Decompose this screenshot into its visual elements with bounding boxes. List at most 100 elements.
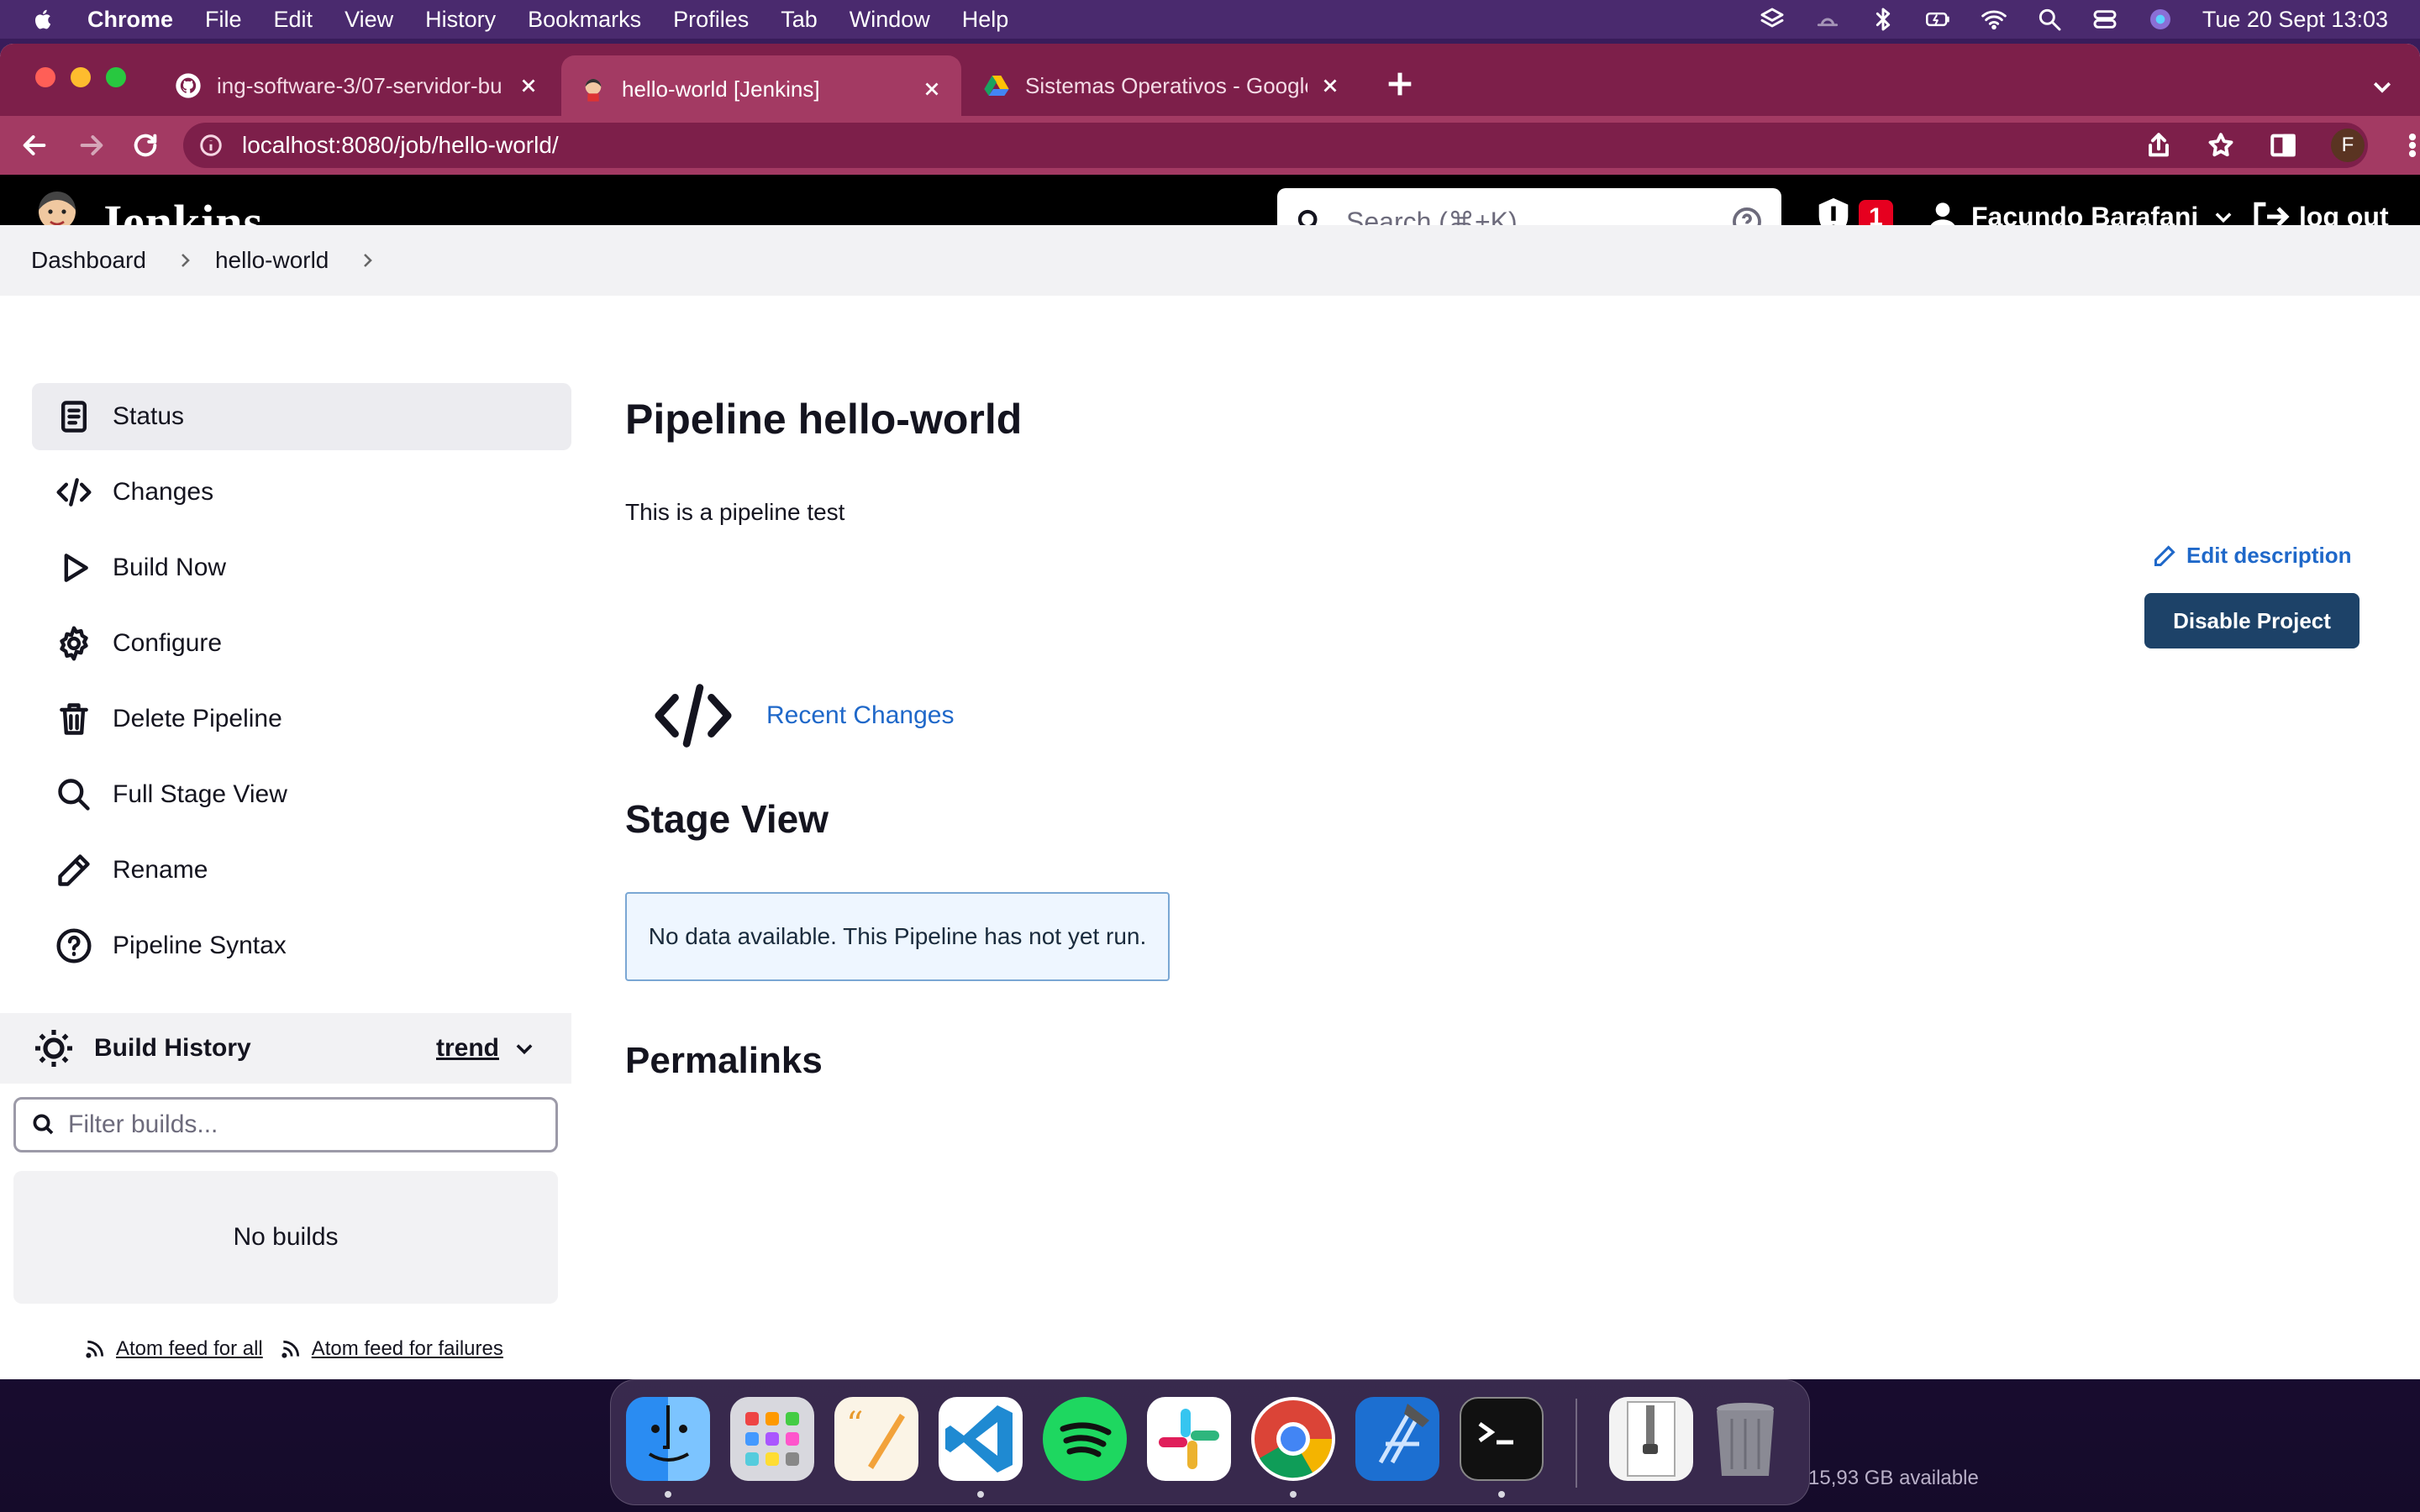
code-icon xyxy=(56,478,92,507)
dock-trash[interactable] xyxy=(1703,1397,1787,1481)
tab-strip: ing-software-3/07-servidor-bu hello-worl… xyxy=(0,44,2420,123)
menu-tab[interactable]: Tab xyxy=(781,7,818,33)
atom-feed-all-label: Atom feed for all xyxy=(116,1337,263,1360)
chrome-icon xyxy=(1255,1400,1333,1478)
url-text[interactable]: localhost:8080/job/hello-world/ xyxy=(242,132,559,159)
dock-spotify[interactable] xyxy=(1043,1397,1127,1481)
sidebar-item-configure[interactable]: Configure xyxy=(32,610,571,677)
running-indicator xyxy=(665,1491,671,1498)
dock-launchpad[interactable] xyxy=(730,1397,814,1481)
tab-google-drive[interactable]: Sistemas Operativos - Google xyxy=(965,55,1360,116)
recent-changes-link[interactable]: Recent Changes xyxy=(766,701,954,730)
layers-icon[interactable] xyxy=(1759,6,1786,33)
zip-file-icon xyxy=(1627,1401,1676,1477)
chevron-right-icon[interactable] xyxy=(175,250,195,270)
edit-description-link[interactable]: Edit description xyxy=(2153,543,2351,569)
more-options-icon[interactable] xyxy=(2398,131,2420,160)
menu-bookmarks[interactable]: Bookmarks xyxy=(528,7,641,33)
tab-title: ing-software-3/07-servidor-bu xyxy=(217,72,502,98)
sidebar-item-label: Changes xyxy=(113,478,214,506)
stage-view-empty-message: No data available. This Pipeline has not… xyxy=(625,892,1170,981)
sidebar-item-pipeline-syntax[interactable]: Pipeline Syntax xyxy=(32,912,571,979)
share-icon[interactable] xyxy=(2144,131,2173,160)
close-tab-icon[interactable] xyxy=(921,78,943,100)
new-tab-icon[interactable] xyxy=(1383,67,1417,101)
sidebar-item-label: Rename xyxy=(113,856,208,884)
close-window-button[interactable] xyxy=(35,67,55,87)
address-bar[interactable]: localhost:8080/job/hello-world/ F xyxy=(183,123,2417,168)
breadcrumb-hello-world[interactable]: hello-world xyxy=(215,247,329,274)
apple-icon[interactable] xyxy=(32,8,55,31)
profile-avatar[interactable]: F xyxy=(2331,129,2365,162)
filter-builds-input[interactable] xyxy=(68,1110,539,1139)
atom-feed-all-link[interactable]: Atom feed for all xyxy=(84,1337,263,1361)
bluetooth-icon[interactable] xyxy=(1870,6,1897,33)
sidebar-item-delete-pipeline[interactable]: Delete Pipeline xyxy=(32,685,571,753)
minimize-window-button[interactable] xyxy=(71,67,91,87)
menu-history[interactable]: History xyxy=(425,7,496,33)
svg-text:“: “ xyxy=(846,1405,863,1444)
bookmark-star-icon[interactable] xyxy=(2207,131,2235,160)
tab-title: hello-world [Jenkins] xyxy=(622,76,820,102)
tab-github[interactable]: ing-software-3/07-servidor-bu xyxy=(156,55,558,116)
dock-vscode[interactable] xyxy=(939,1397,1023,1481)
storage-available: 15,93 GB available xyxy=(1808,1467,1979,1489)
close-tab-icon[interactable] xyxy=(1319,75,1341,97)
reload-icon[interactable] xyxy=(131,131,160,160)
dock-slack[interactable] xyxy=(1147,1397,1231,1481)
sidebar-item-label: Build Now xyxy=(113,554,227,581)
sidebar-item-build-now[interactable]: Build Now xyxy=(32,534,571,601)
play-icon xyxy=(64,554,88,582)
forward-icon[interactable] xyxy=(77,131,106,160)
control-center-icon[interactable] xyxy=(2091,6,2118,33)
battery-icon[interactable] xyxy=(1925,6,1952,33)
wifi-icon[interactable] xyxy=(1981,6,2007,33)
sidebar-item-full-stage-view[interactable]: Full Stage View xyxy=(32,761,571,828)
side-panel-icon[interactable] xyxy=(2269,131,2297,160)
menu-edit[interactable]: Edit xyxy=(274,7,313,33)
sidebar-item-status[interactable]: Status xyxy=(32,383,571,450)
launchpad-icon xyxy=(745,1412,799,1466)
tab-search-chevron-icon[interactable] xyxy=(2370,74,2395,99)
page-title: Pipeline hello-world xyxy=(625,396,1023,443)
chevron-right-icon[interactable] xyxy=(357,250,377,270)
back-icon[interactable] xyxy=(20,131,49,160)
disable-project-button[interactable]: Disable Project xyxy=(2144,593,2360,648)
dock-xcode[interactable] xyxy=(1355,1397,1439,1481)
pages-icon: “ xyxy=(846,1405,905,1469)
siri-icon[interactable] xyxy=(2147,6,2174,33)
dock-zip-archive[interactable] xyxy=(1609,1397,1693,1481)
menu-app-name[interactable]: Chrome xyxy=(87,7,173,33)
sunrise-icon[interactable] xyxy=(1814,6,1841,33)
permalinks-title: Permalinks xyxy=(625,1040,823,1081)
breadcrumb-dashboard[interactable]: Dashboard xyxy=(31,247,146,274)
chevron-down-icon[interactable] xyxy=(513,1037,536,1060)
dock-pages[interactable]: “ xyxy=(834,1397,918,1481)
menu-bar: Chrome File Edit View History Bookmarks … xyxy=(0,0,2420,39)
zoom-window-button[interactable] xyxy=(106,67,126,87)
tab-jenkins[interactable]: hello-world [Jenkins] xyxy=(561,55,961,123)
dock-terminal[interactable] xyxy=(1460,1397,1544,1481)
site-info-icon[interactable] xyxy=(198,133,224,158)
menu-help[interactable]: Help xyxy=(962,7,1009,33)
finder-icon xyxy=(648,1405,690,1462)
running-indicator xyxy=(1498,1491,1505,1498)
menu-profiles[interactable]: Profiles xyxy=(673,7,749,33)
menu-clock[interactable]: Tue 20 Sept 13:03 xyxy=(2202,7,2388,33)
sidebar-item-rename[interactable]: Rename xyxy=(32,837,571,904)
menu-view[interactable]: View xyxy=(345,7,393,33)
close-tab-icon[interactable] xyxy=(518,75,539,97)
menu-file[interactable]: File xyxy=(205,7,242,33)
build-history-trend-link[interactable]: trend xyxy=(436,1034,499,1063)
dock-finder[interactable] xyxy=(626,1397,710,1481)
terminal-icon xyxy=(1478,1421,1513,1445)
browser-toolbar: localhost:8080/job/hello-world/ F xyxy=(0,116,2420,175)
window-controls xyxy=(35,67,126,87)
spotlight-icon[interactable] xyxy=(2036,6,2063,33)
dock-chrome[interactable] xyxy=(1251,1397,1335,1481)
build-history-header: Build History trend xyxy=(0,1013,571,1084)
edit-description-label: Edit description xyxy=(2186,543,2352,568)
atom-feed-failures-link[interactable]: Atom feed for failures xyxy=(280,1337,503,1361)
sidebar-item-changes[interactable]: Changes xyxy=(32,459,571,526)
menu-window[interactable]: Window xyxy=(850,7,930,33)
